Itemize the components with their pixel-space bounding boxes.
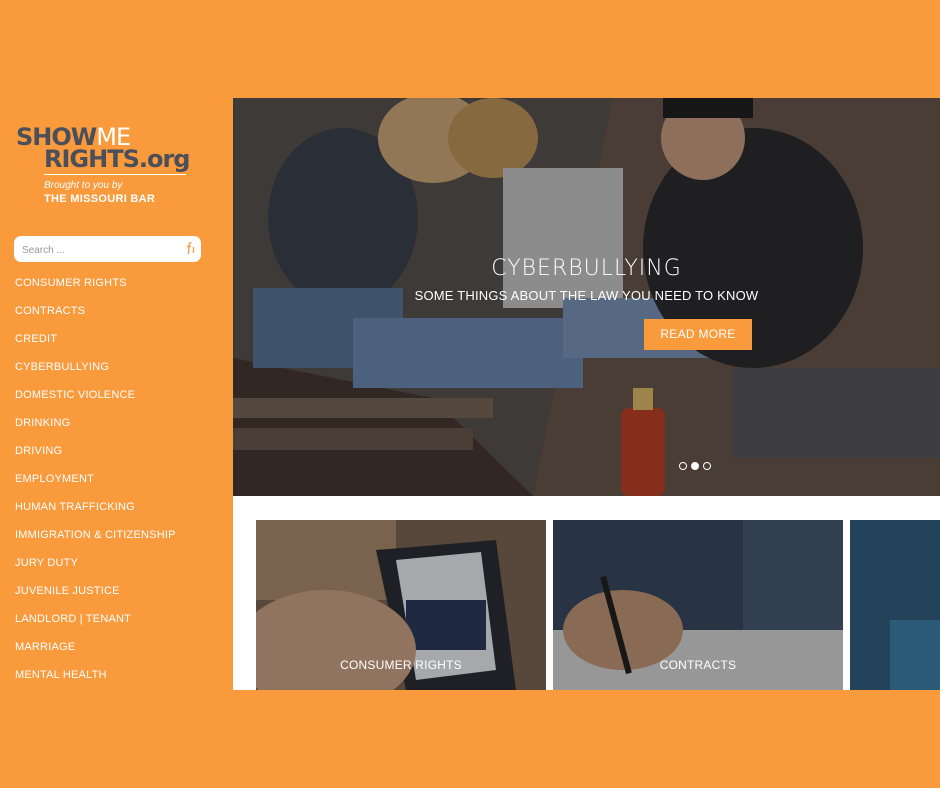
sidebar: SHOWME RIGHTS.org Brought to you by THE … (0, 98, 233, 690)
nav-item-domestic-violence[interactable]: DOMESTIC VIOLENCE (15, 388, 176, 416)
search-box (14, 236, 201, 262)
nav-item-credit[interactable]: CREDIT (15, 332, 176, 360)
card-label: CONTRACTS (659, 658, 737, 672)
nav-item-consumer-rights[interactable]: CONSUMER RIGHTS (15, 276, 176, 304)
slider-dot-1[interactable] (679, 462, 687, 470)
topic-nav: CONSUMER RIGHTS CONTRACTS CREDIT CYBERBU… (15, 276, 176, 696)
card-consumer-rights[interactable]: CONSUMER RIGHTS (256, 520, 546, 690)
read-more-button[interactable]: READ MORE (644, 319, 752, 350)
nav-item-driving[interactable]: DRIVING (15, 444, 176, 472)
nav-item-mental-health[interactable]: MENTAL HEALTH (15, 668, 176, 696)
site-logo[interactable]: SHOWME RIGHTS.org Brought to you by THE … (16, 125, 216, 205)
hero-title: CYBERBULLYING (491, 256, 682, 281)
nav-item-human-trafficking[interactable]: HUMAN TRAFFICKING (15, 500, 176, 528)
card-label: CONSUMER RIGHTS (340, 658, 462, 672)
search-input[interactable] (20, 240, 184, 260)
slider-dot-3[interactable] (703, 462, 711, 470)
nav-item-jury-duty[interactable]: JURY DUTY (15, 556, 176, 584)
logo-tagline: Brought to you by (44, 180, 123, 191)
logo-wordmark-bottom: RIGHTS.org (44, 145, 190, 173)
card-photo-partial (850, 520, 940, 690)
nav-item-immigration[interactable]: IMMIGRATION & CITIZENSHIP (15, 528, 176, 556)
card-partial[interactable] (850, 520, 940, 690)
nav-item-contracts[interactable]: CONTRACTS (15, 304, 176, 332)
slider-dots (679, 462, 711, 470)
slider-dot-2[interactable] (691, 462, 699, 470)
nav-item-employment[interactable]: EMPLOYMENT (15, 472, 176, 500)
nav-item-juvenile-justice[interactable]: JUVENILE JUSTICE (15, 584, 176, 612)
logo-divider (44, 174, 186, 175)
nav-item-cyberbullying[interactable]: CYBERBULLYING (15, 360, 176, 388)
card-contracts[interactable]: CONTRACTS (553, 520, 843, 690)
nav-item-marriage[interactable]: MARRIAGE (15, 640, 176, 668)
nav-item-landlord-tenant[interactable]: LANDLORD | TENANT (15, 612, 176, 640)
search-icon[interactable] (185, 241, 195, 255)
main-content: CYBERBULLYING SOME THINGS ABOUT THE LAW … (233, 98, 940, 690)
logo-org: THE MISSOURI BAR (44, 193, 156, 205)
hero-slider[interactable]: CYBERBULLYING SOME THINGS ABOUT THE LAW … (233, 98, 940, 496)
hero-subtitle: SOME THINGS ABOUT THE LAW YOU NEED TO KN… (414, 288, 759, 303)
nav-item-drinking[interactable]: DRINKING (15, 416, 176, 444)
